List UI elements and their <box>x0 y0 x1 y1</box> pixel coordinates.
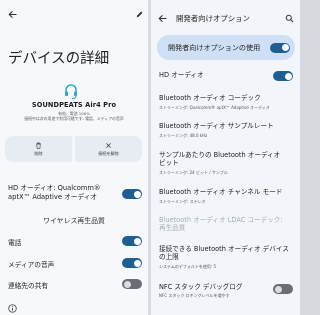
wireless-quality-header: ワイヤレス再生品質 <box>43 217 105 225</box>
device-status: 有効、電池 100% 接続中は次の用途で利用可能です: 電話、メディアの音声 <box>0 111 148 122</box>
bluetooth-channel-mode-value: ストリーミング: ステレオ <box>159 199 206 204</box>
ldac-title-line: 再生品質 <box>159 224 186 233</box>
info-icon <box>8 304 17 313</box>
close-icon <box>106 142 111 148</box>
nfc-debug-log-toggle[interactable] <box>273 284 293 294</box>
developer-options-panel: 開発者向けオプション 開発者向けオプションの使用 HD オーディオ Blueto… <box>151 0 300 315</box>
disconnect-button[interactable]: 接続を解除 <box>75 136 142 162</box>
trash-icon <box>36 141 41 149</box>
developer-options-master-toggle[interactable] <box>270 42 290 53</box>
hd-audio-toggle[interactable] <box>122 189 142 199</box>
max-bluetooth-devices-title[interactable]: 接続できる Bluetooth オーディオ デバイス の上限 <box>159 245 293 262</box>
hd-audio-label-line: aptX™ Adaptive オーディオ <box>8 192 98 201</box>
device-details-panel: デバイスの詳細 SOUNDPEATS Air4 Pro 有効、電池 100% 接… <box>0 0 148 315</box>
back-arrow-icon[interactable] <box>155 11 169 25</box>
bluetooth-sample-rate-value: ストリーミング: 48.0 kHz <box>159 133 208 138</box>
developer-options-master-label: 開発者向けオプションの使用 <box>168 43 261 52</box>
max-bluetooth-devices-value: システムのデフォルトを使用: 5 <box>159 264 217 269</box>
contacts-sharing-toggle[interactable] <box>122 279 142 289</box>
media-audio-toggle[interactable] <box>122 258 142 268</box>
bluetooth-audio-codec-value: ストリーミング: Qualcomm® aptX™ Adaptive オーディオ <box>159 105 270 110</box>
search-icon[interactable] <box>282 11 296 25</box>
hd-audio-label: HD オーディオ: Qualcomm® aptX™ Adaptive オーディオ <box>8 184 101 201</box>
developer-options-master-card[interactable]: 開発者向けオプションの使用 <box>157 35 295 60</box>
hd-audio-label-line: HD オーディオ: Qualcomm® <box>8 184 101 192</box>
bluetooth-bits-per-sample-value: ストリーミング: 24 ビット / サンプル <box>159 170 228 175</box>
delete-button-label: 削除 <box>34 150 43 156</box>
max-devices-title-line: 接続できる Bluetooth オーディオ デバイス <box>159 245 289 253</box>
hd-audio-toggle[interactable] <box>273 71 293 81</box>
bluetooth-bits-per-sample-title[interactable]: サンプルあたりの Bluetooth オーディオ ビット <box>159 151 293 168</box>
device-status-line: 接続中は次の用途で利用可能です: 電話、メディアの音声 <box>24 116 124 122</box>
max-devices-title-line: の上限 <box>159 253 179 262</box>
bluetooth-bits-title-line: ビット <box>159 159 179 168</box>
delete-button[interactable]: 削除 <box>5 136 72 162</box>
page-title: デバイスの詳細 <box>8 51 110 67</box>
headset-icon <box>65 84 77 99</box>
nfc-debug-log-description: NFC スタック ロギングレベルを増やす <box>159 293 230 298</box>
bluetooth-channel-mode-title[interactable]: Bluetooth オーディオ チャンネル モード <box>159 188 293 196</box>
call-toggle[interactable] <box>122 236 142 246</box>
developer-options-title: 開発者向けオプション <box>176 14 250 23</box>
left-top-bar <box>0 7 148 21</box>
bluetooth-ldac-quality-title: Bluetooth オーディオ LDAC コーデック: 再生品質 <box>159 216 293 233</box>
bluetooth-bits-title-line: サンプルあたりの Bluetooth オーディオ <box>159 151 281 159</box>
bluetooth-audio-codec-title[interactable]: Bluetooth オーディオ コーデック <box>159 94 293 102</box>
media-audio-label: メディアの音声 <box>8 261 55 269</box>
contacts-sharing-label: 連絡先の共有 <box>8 282 49 290</box>
bluetooth-sample-rate-title[interactable]: Bluetooth オーディオ サンプルレート <box>159 122 293 130</box>
disconnect-button-label: 接続を解除 <box>98 150 119 156</box>
back-arrow-icon[interactable] <box>5 7 19 21</box>
device-name: SOUNDPEATS Air4 Pro <box>31 101 117 109</box>
edit-pencil-icon[interactable] <box>132 7 146 21</box>
call-label: 電話 <box>8 239 22 247</box>
